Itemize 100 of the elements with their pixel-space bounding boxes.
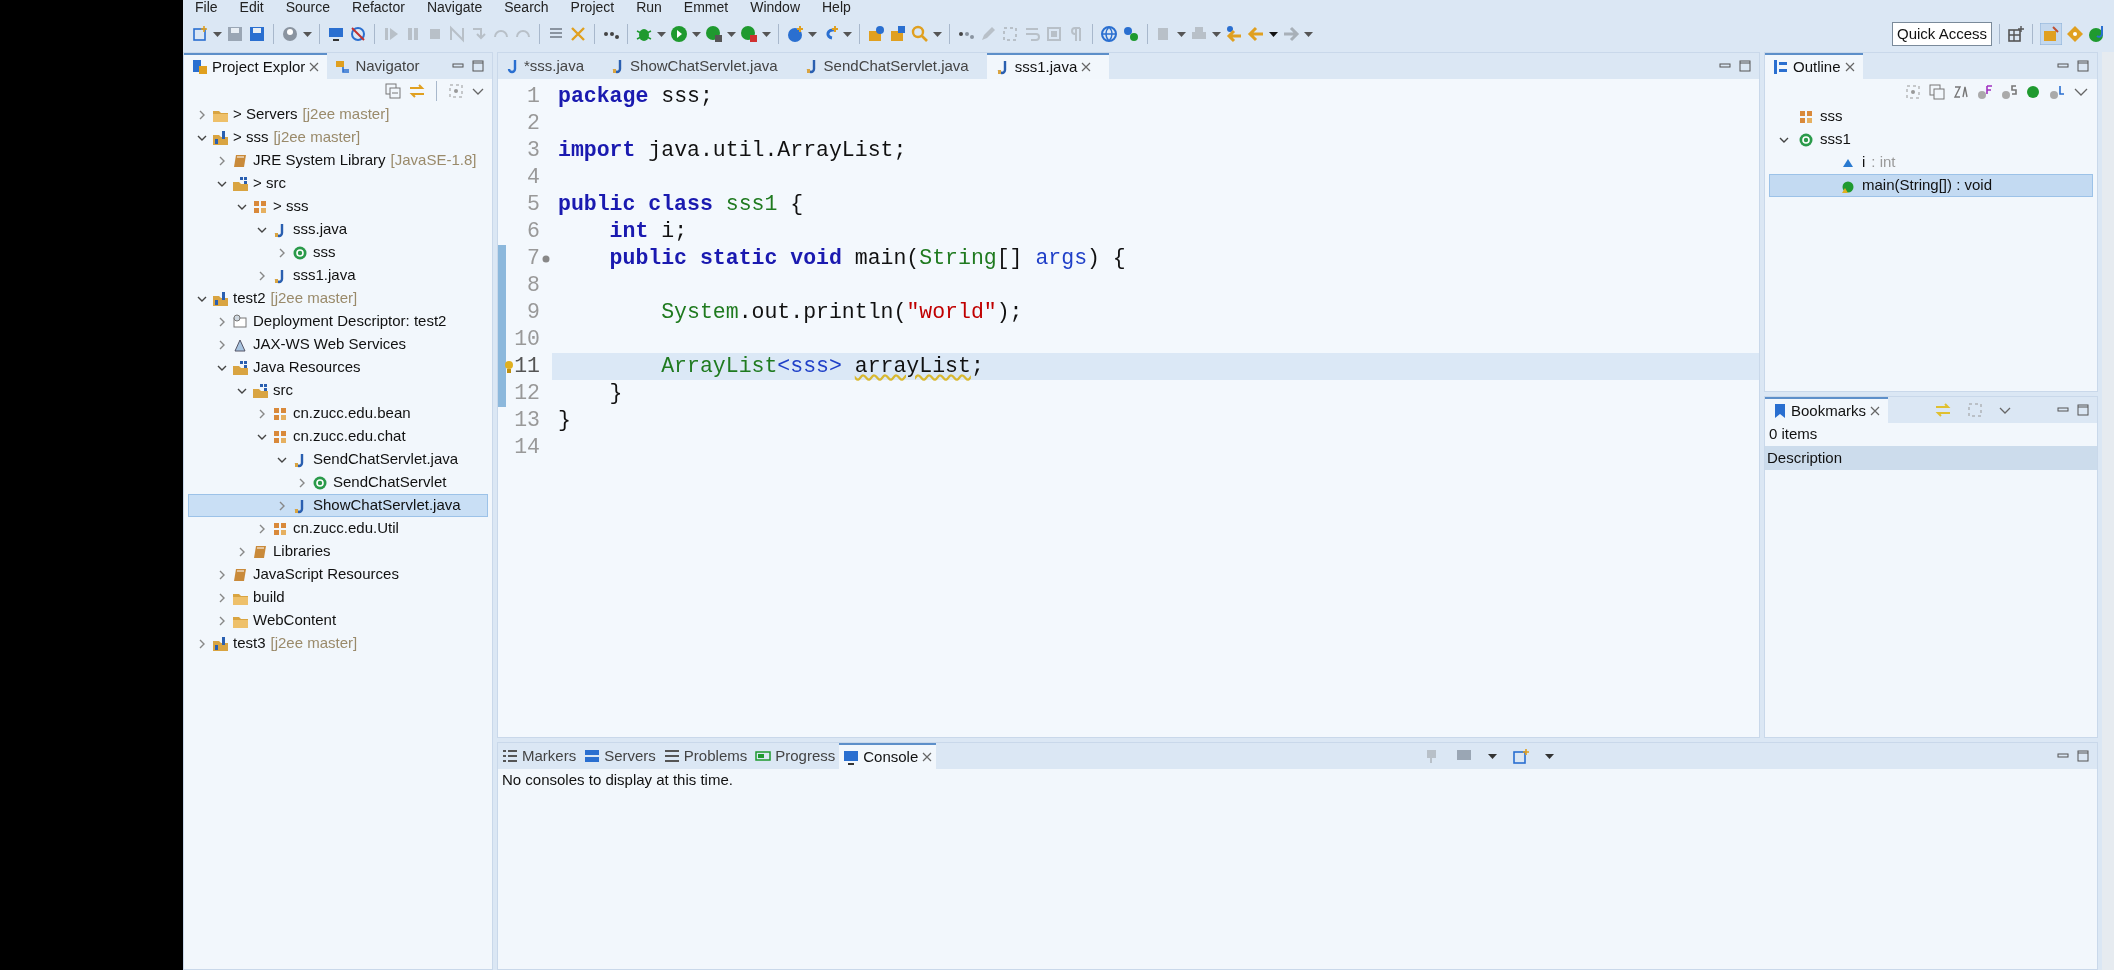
panel-tab[interactable]: Console	[839, 743, 937, 769]
caret-icon[interactable]	[808, 29, 817, 39]
cross-icon[interactable]	[569, 25, 587, 43]
caret-icon[interactable]	[1487, 751, 1497, 761]
chevron-right-icon[interactable]	[277, 247, 287, 258]
caret-icon[interactable]	[657, 29, 666, 39]
close-icon[interactable]	[1081, 62, 1092, 72]
globe-icon[interactable]	[1100, 25, 1118, 43]
close-icon[interactable]	[309, 62, 320, 72]
menu-item[interactable]: Run	[636, 0, 662, 16]
tree-item[interactable]: build	[188, 586, 488, 609]
tree-item[interactable]: sss.java	[188, 218, 488, 241]
panel-tab[interactable]: Servers	[580, 743, 660, 769]
panel-tab[interactable]: Progress	[751, 743, 840, 769]
menu-item[interactable]: Navigate	[426, 0, 483, 16]
column-header[interactable]: Description	[1765, 445, 2097, 470]
close-icon[interactable]	[922, 752, 933, 762]
tree-item[interactable]: ShowChatServlet.java	[188, 494, 488, 517]
chevron-right-icon[interactable]	[217, 316, 227, 327]
menu-item[interactable]: Window	[750, 0, 800, 16]
menu-item[interactable]: Source	[285, 0, 331, 16]
lightbulb-warning-icon[interactable]	[504, 359, 515, 374]
menu-item[interactable]: File	[195, 0, 218, 16]
panel-tab[interactable]: Navigator	[327, 53, 428, 79]
caret-icon[interactable]	[213, 29, 222, 39]
tree-item[interactable]: Deployment Descriptor: test2	[188, 310, 488, 333]
run-icon[interactable]	[670, 25, 688, 43]
outline-item[interactable]: main(String[]) : void	[1769, 174, 2093, 197]
menu-item[interactable]: Edit	[239, 0, 264, 16]
panel-tab[interactable]: Problems	[659, 743, 752, 769]
chevron-right-icon[interactable]	[237, 546, 247, 557]
java-perspective-icon[interactable]	[2088, 25, 2106, 43]
caret-icon[interactable]	[692, 29, 701, 39]
hide-fields-icon[interactable]	[1977, 84, 1993, 100]
focus-icon[interactable]	[1905, 84, 1921, 100]
caret-icon[interactable]	[727, 29, 736, 39]
caret-icon[interactable]	[762, 29, 771, 39]
chevron-right-icon[interactable]	[217, 615, 227, 626]
new-file-icon[interactable]	[191, 25, 209, 43]
editor-tab[interactable]: ShowChatServlet.java	[602, 53, 796, 79]
collapse-all-icon[interactable]	[1929, 84, 1945, 100]
outline-item[interactable]: sss	[1769, 105, 2093, 128]
chevron-right-icon[interactable]	[257, 270, 267, 281]
menu-item[interactable]: Search	[504, 0, 549, 16]
chevron-right-icon[interactable]	[277, 500, 287, 511]
hide-local-icon[interactable]	[2049, 84, 2065, 100]
tree-item[interactable]: SendChatServlet	[188, 471, 488, 494]
menu-item[interactable]: Project	[570, 0, 615, 16]
hide-static-icon[interactable]	[2001, 84, 2017, 100]
maximize-icon[interactable]	[2077, 750, 2089, 762]
caret-icon[interactable]	[843, 29, 852, 39]
tree-item[interactable]: sss1.java	[188, 264, 488, 287]
tree-item[interactable]: JAX-WS Web Services	[188, 333, 488, 356]
link-editor-icon[interactable]	[409, 83, 425, 99]
tree-item[interactable]: JRE System Library [JavaSE-1.8]	[188, 149, 488, 172]
maximize-icon[interactable]	[2077, 404, 2089, 416]
tree-item[interactable]: JavaScript Resources	[188, 563, 488, 586]
panel-tab[interactable]: Markers	[498, 743, 581, 769]
tree-item[interactable]: cn.zucc.edu.chat	[188, 425, 488, 448]
editor-tab[interactable]: SendChatServlet.java	[795, 53, 987, 79]
caret-icon[interactable]	[1304, 29, 1313, 39]
panel-tab[interactable]: Project Explor	[184, 53, 328, 79]
external-tools-icon[interactable]	[740, 25, 758, 43]
user-icon[interactable]	[281, 25, 299, 43]
tree-item[interactable]: SendChatServlet.java	[188, 448, 488, 471]
tree-item[interactable]: cn.zucc.edu.Util	[188, 517, 488, 540]
menu-item[interactable]: Help	[822, 0, 851, 16]
caret-icon[interactable]	[933, 29, 942, 39]
menu-item[interactable]: Refactor	[352, 0, 405, 16]
chevron-right-icon[interactable]	[217, 592, 227, 603]
open-type-icon[interactable]	[867, 25, 885, 43]
open-task-icon[interactable]	[889, 25, 907, 43]
public-filter-icon[interactable]	[2025, 84, 2041, 100]
outline-item[interactable]: sss1	[1769, 128, 2093, 151]
git-perspective-icon[interactable]	[2066, 25, 2084, 43]
tree-item[interactable]: test2 [j2ee master]	[188, 287, 488, 310]
outline-item[interactable]: i : int	[1769, 151, 2093, 174]
monitor-icon[interactable]	[327, 25, 345, 43]
panel-tab[interactable]: Bookmarks	[1765, 397, 1889, 423]
tree-item[interactable]: > src	[188, 172, 488, 195]
panel-tab[interactable]: Outline	[1765, 53, 1863, 79]
maximize-icon[interactable]	[1739, 60, 1751, 72]
maximize-icon[interactable]	[472, 60, 484, 72]
java-ee-perspective-icon[interactable]	[2040, 23, 2062, 45]
share-icon[interactable]	[1122, 25, 1140, 43]
coverage-icon[interactable]	[705, 25, 723, 43]
chevron-right-icon[interactable]	[217, 155, 227, 166]
back-edit-icon[interactable]	[1225, 25, 1243, 43]
tree-item[interactable]: > sss [j2ee master]	[188, 126, 488, 149]
caret-icon[interactable]	[1177, 29, 1186, 39]
chevron-right-icon[interactable]	[257, 523, 267, 534]
tree-item[interactable]: Libraries	[188, 540, 488, 563]
quick-access-field[interactable]: Quick Access	[1891, 22, 1992, 46]
tree-item[interactable]: Java Resources	[188, 356, 488, 379]
tree-item[interactable]: sss	[188, 241, 488, 264]
chevron-right-icon[interactable]	[217, 569, 227, 580]
tree-item[interactable]: src	[188, 379, 488, 402]
editor-tab[interactable]: sss1.java	[986, 53, 1110, 79]
chevron-right-icon[interactable]	[217, 339, 227, 350]
new-console-icon[interactable]	[1512, 748, 1529, 764]
